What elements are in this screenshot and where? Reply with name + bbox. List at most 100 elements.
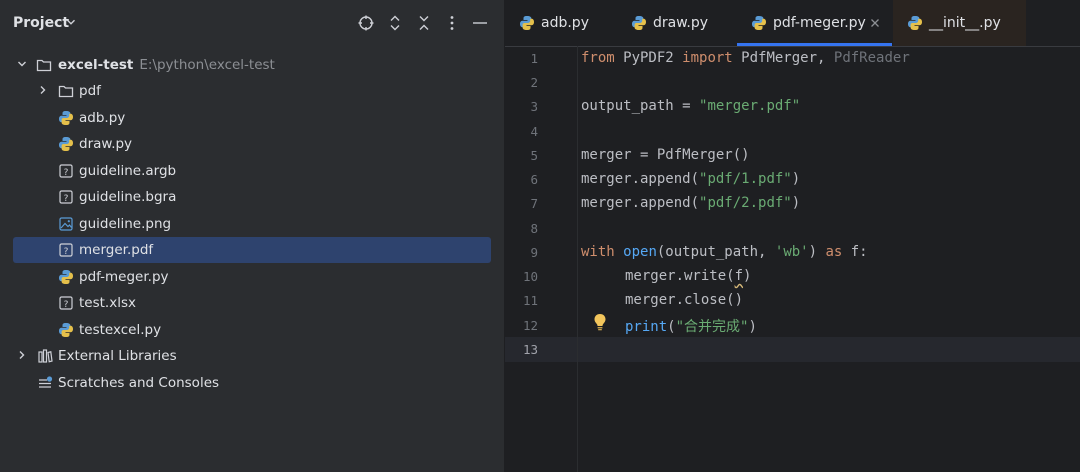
token-string: "pdf/1.pdf" (699, 171, 792, 187)
tree-item-label: pdf-meger.py (79, 269, 169, 285)
line-number: 11 (522, 293, 538, 308)
svg-text:?: ? (64, 168, 69, 178)
token-keyword: import (682, 50, 733, 66)
token-text: merger.append( (581, 195, 700, 211)
tree-root-excel-test[interactable]: excel-test E:\python\excel-test (0, 52, 504, 78)
token-text: f: (842, 244, 868, 260)
folder-icon (36, 59, 52, 72)
python-file-icon (632, 16, 646, 30)
tab-label: pdf-meger.py (773, 15, 866, 31)
collapse-all-icon[interactable] (415, 14, 433, 32)
expand-all-icon[interactable] (386, 14, 404, 32)
python-file-icon (752, 16, 766, 30)
code-line-3[interactable]: output_path = "merger.pdf" (581, 98, 800, 114)
tree-item-guideline-png[interactable]: guideline.png (0, 211, 504, 237)
line-number: 12 (522, 318, 538, 333)
tree-item-pdf-meger-py[interactable]: pdf-meger.py (0, 264, 504, 290)
code-line-10[interactable]: merger.write(f) (625, 268, 751, 284)
chevron-right-icon[interactable] (37, 84, 49, 96)
code-line-7[interactable]: merger.append("pdf/2.pdf") (581, 195, 800, 211)
python-file-icon (908, 16, 922, 30)
locate-icon[interactable] (357, 14, 375, 32)
hide-panel-icon[interactable] (471, 14, 489, 32)
token-text: ) (808, 244, 826, 260)
tree-item-pdf-folder[interactable]: pdf (0, 78, 504, 104)
token-string: "merger.pdf" (699, 98, 801, 114)
line-number: 7 (530, 196, 538, 211)
token-text: ) (748, 319, 757, 335)
python-file-icon (59, 111, 73, 125)
tab-pdf-meger-py[interactable]: pdf-meger.py (737, 0, 892, 46)
intention-bulb-icon[interactable] (593, 313, 607, 331)
library-icon (38, 349, 53, 363)
tree-item-label: guideline.argb (79, 163, 177, 179)
token-string: "pdf/2.pdf" (699, 195, 792, 211)
token-text: merger.write( (625, 268, 735, 284)
tree-item-label: draw.py (79, 136, 133, 152)
close-icon[interactable] (870, 18, 880, 28)
project-panel-header: Project (0, 0, 504, 48)
root-folder-path: E:\python\excel-test (139, 57, 275, 73)
tree-item-adb-py[interactable]: adb.py (0, 105, 504, 131)
tree-item-label: Scratches and Consoles (58, 375, 220, 391)
token-string: 'wb' (774, 244, 809, 260)
code-line-6[interactable]: merger.append("pdf/1.pdf") (581, 171, 800, 187)
tab-label: adb.py (541, 15, 589, 31)
tree-item-label: adb.py (79, 110, 126, 126)
chevron-down-icon[interactable] (66, 17, 76, 27)
line-number-gutter[interactable]: 1 2 3 4 5 6 7 8 9 10 11 12 13 (505, 46, 578, 472)
tree-item-draw-py[interactable]: draw.py (0, 131, 504, 157)
tree-item-label: pdf (79, 83, 101, 99)
line-number: 6 (530, 172, 538, 187)
tree-item-testexcel-py[interactable]: testexcel.py (0, 317, 504, 343)
line-number: 3 (530, 99, 538, 114)
token-text: output_path = (581, 98, 700, 114)
python-file-icon (59, 323, 73, 337)
tab-adb-py[interactable]: adb.py (505, 0, 617, 46)
unknown-file-icon: ? (59, 243, 73, 257)
python-file-icon (59, 137, 73, 151)
tree-item-external-libraries[interactable]: External Libraries (0, 343, 504, 369)
tab-init-py[interactable]: __init__.py (893, 0, 1026, 46)
root-folder-name: excel-test (58, 57, 134, 73)
code-line-5[interactable]: merger = PdfMerger() (581, 147, 750, 163)
code-line-12[interactable]: print("合并完成") (625, 316, 757, 336)
tab-draw-py[interactable]: draw.py (617, 0, 737, 46)
editor-tabs: adb.py draw.py pdf-meger.py __init__.py (505, 0, 1080, 47)
token-text: merger.close() (625, 292, 744, 308)
svg-text:?: ? (64, 247, 69, 257)
line-number: 4 (530, 124, 538, 139)
tree-item-label: testexcel.py (79, 322, 162, 338)
code-line-11[interactable]: merger.close() (625, 292, 743, 308)
code-line-1[interactable]: from PyPDF2 import PdfMerger, PdfReader (581, 50, 910, 66)
tree-item-merger-pdf[interactable]: ? merger.pdf (13, 237, 491, 263)
tree-item-test-xlsx[interactable]: ? test.xlsx (0, 290, 504, 316)
line-number: 5 (530, 148, 538, 163)
project-panel-title[interactable]: Project (13, 15, 69, 31)
svg-text:?: ? (64, 300, 69, 310)
token-text: ( (667, 319, 676, 335)
token-names: PdfMerger, (732, 50, 834, 66)
python-file-icon (59, 270, 73, 284)
chevron-down-icon[interactable] (16, 58, 28, 70)
line-number: 1 (530, 51, 538, 66)
line-number: 8 (530, 221, 538, 236)
token-text: merger = PdfMerger() (581, 147, 750, 163)
line-number: 2 (530, 75, 538, 90)
code-line-9[interactable]: with open(output_path, 'wb') as f: (581, 244, 868, 260)
project-panel: Project excel-test E:\python\excel-test p… (0, 0, 504, 472)
token-module: PyPDF2 (614, 50, 683, 66)
tab-label: __init__.py (929, 15, 1001, 31)
unknown-file-icon: ? (59, 296, 73, 310)
tree-item-guideline-bgra[interactable]: ? guideline.bgra (0, 184, 504, 210)
tree-item-label: merger.pdf (79, 242, 154, 258)
line-number: 13 (522, 342, 538, 357)
more-options-icon[interactable] (443, 14, 461, 32)
tree-item-guideline-argb[interactable]: ? guideline.argb (0, 158, 504, 184)
chevron-right-icon[interactable] (16, 349, 28, 361)
token-builtin: open (623, 244, 657, 260)
tree-item-scratches[interactable]: Scratches and Consoles (0, 370, 504, 396)
current-line-highlight (505, 337, 1080, 362)
unknown-file-icon: ? (59, 164, 73, 178)
